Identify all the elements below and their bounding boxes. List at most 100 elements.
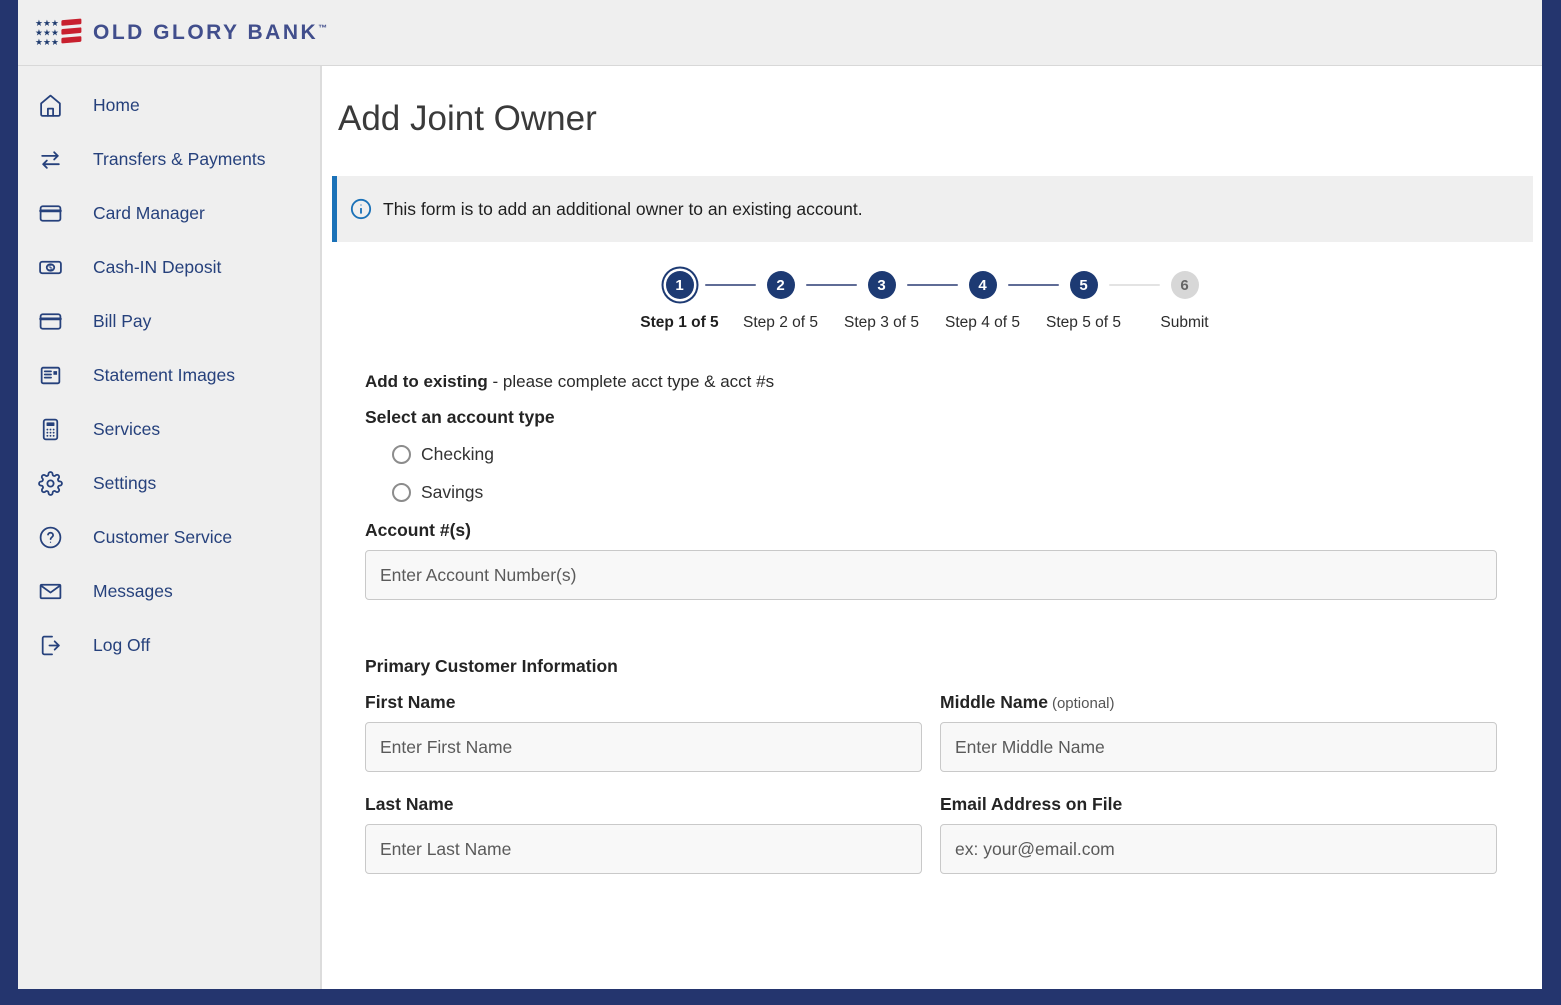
step-circle-5[interactable]: 5 <box>1070 271 1098 299</box>
home-icon <box>38 93 63 118</box>
calculator-icon <box>38 417 63 442</box>
first-name-field-group: First Name <box>365 692 922 772</box>
svg-text:★: ★ <box>35 18 43 28</box>
add-to-existing-instruction: Add to existing - please complete acct t… <box>365 372 1497 392</box>
savings-radio-label: Savings <box>421 482 483 503</box>
sidebar-item-label: Customer Service <box>93 527 232 548</box>
step-circle-2[interactable]: 2 <box>767 271 795 299</box>
savings-radio-button[interactable] <box>392 483 411 502</box>
add-joint-owner-form: Add to existing - please complete acct t… <box>365 372 1497 874</box>
sidebar-item-card-manager[interactable]: Card Manager <box>18 186 320 240</box>
step-connector <box>806 284 857 286</box>
info-banner-text: This form is to add an additional owner … <box>383 199 863 220</box>
step-connector <box>907 284 958 286</box>
page-title: Add Joint Owner <box>338 99 1542 139</box>
question-circle-icon <box>38 525 63 550</box>
svg-text:★: ★ <box>43 18 51 28</box>
sidebar-item-label: Home <box>93 95 140 116</box>
primary-customer-title: Primary Customer Information <box>365 656 1497 677</box>
last-name-label: Last Name <box>365 794 922 815</box>
sidebar-item-bill-pay[interactable]: Bill Pay <box>18 294 320 348</box>
step-label-3: Step 3 of 5 <box>831 314 932 332</box>
step-label-1: Step 1 of 5 <box>629 314 730 332</box>
last-name-field-group: Last Name <box>365 794 922 874</box>
step-label-4: Step 4 of 5 <box>932 314 1033 332</box>
top-header: ★★★ ★★★ ★★★ OLD GLORY BANK™ <box>18 0 1542 66</box>
add-to-existing-rest: - please complete acct type & acct #s <box>488 372 774 391</box>
radio-option-savings[interactable]: Savings <box>392 482 1497 503</box>
sidebar-item-label: Statement Images <box>93 365 235 386</box>
sidebar-item-settings[interactable]: Settings <box>18 456 320 510</box>
sidebar-item-messages[interactable]: Messages <box>18 564 320 618</box>
account-number-input[interactable] <box>365 550 1497 600</box>
step-circle-3[interactable]: 3 <box>868 271 896 299</box>
progress-stepper: 1 2 3 4 5 6 Step 1 of 5 Step 2 of 5 Step… <box>322 271 1542 332</box>
first-name-input[interactable] <box>365 722 922 772</box>
step-connector <box>705 284 756 286</box>
bank-logo[interactable]: ★★★ ★★★ ★★★ OLD GLORY BANK™ <box>35 16 327 50</box>
first-name-label: First Name <box>365 692 922 713</box>
primary-customer-section: Primary Customer Information First Name … <box>365 656 1497 874</box>
sidebar-item-label: Messages <box>93 581 173 602</box>
sidebar-item-label: Card Manager <box>93 203 205 224</box>
sidebar-item-label: Settings <box>93 473 156 494</box>
sidebar-item-label: Log Off <box>93 635 150 656</box>
log-out-icon <box>38 633 63 658</box>
step-connector <box>1109 284 1160 286</box>
email-field-group: Email Address on File <box>940 794 1497 874</box>
step-circle-4[interactable]: 4 <box>969 271 997 299</box>
optional-note: (optional) <box>1052 695 1115 712</box>
sidebar-item-cash-in-deposit[interactable]: $ Cash-IN Deposit <box>18 240 320 294</box>
main-content: Add Joint Owner This form is to add an a… <box>322 66 1542 989</box>
svg-text:★: ★ <box>35 38 43 48</box>
svg-text:★: ★ <box>51 38 59 48</box>
bank-name: OLD GLORY BANK™ <box>93 21 327 45</box>
svg-text:★: ★ <box>51 18 59 28</box>
last-name-input[interactable] <box>365 824 922 874</box>
info-banner: This form is to add an additional owner … <box>332 176 1533 242</box>
sidebar-item-label: Cash-IN Deposit <box>93 257 221 278</box>
info-icon <box>350 198 372 220</box>
step-circle-1[interactable]: 1 <box>666 271 694 299</box>
step-label-2: Step 2 of 5 <box>730 314 831 332</box>
add-to-existing-bold: Add to existing <box>365 372 488 391</box>
sidebar-nav: Home Transfers & Payments Card Manager $… <box>18 66 322 989</box>
step-label-submit: Submit <box>1134 314 1235 332</box>
transfer-arrows-icon <box>38 147 63 172</box>
sidebar-item-label: Transfers & Payments <box>93 149 265 170</box>
email-label: Email Address on File <box>940 794 1497 815</box>
envelope-icon <box>38 579 63 604</box>
sidebar-item-label: Services <box>93 419 160 440</box>
sidebar-item-transfers-payments[interactable]: Transfers & Payments <box>18 132 320 186</box>
gear-icon <box>38 471 63 496</box>
step-circle-6[interactable]: 6 <box>1171 271 1199 299</box>
svg-text:★: ★ <box>43 38 51 48</box>
sidebar-item-customer-service[interactable]: Customer Service <box>18 510 320 564</box>
svg-text:★: ★ <box>43 28 51 38</box>
radio-option-checking[interactable]: Checking <box>392 444 1497 465</box>
svg-text:★: ★ <box>51 28 59 38</box>
checking-radio-button[interactable] <box>392 445 411 464</box>
account-type-radio-group: Checking Savings <box>392 444 1497 503</box>
step-label-5: Step 5 of 5 <box>1033 314 1134 332</box>
account-type-label: Select an account type <box>365 407 1497 428</box>
credit-card-icon <box>38 309 63 334</box>
svg-text:★: ★ <box>35 28 43 38</box>
email-input[interactable] <box>940 824 1497 874</box>
credit-card-icon <box>38 201 63 226</box>
middle-name-input[interactable] <box>940 722 1497 772</box>
account-number-label: Account #(s) <box>365 520 1497 541</box>
banknote-icon: $ <box>38 255 63 280</box>
sidebar-item-home[interactable]: Home <box>18 78 320 132</box>
checking-radio-label: Checking <box>421 444 494 465</box>
sidebar-item-services[interactable]: Services <box>18 402 320 456</box>
account-number-block: Account #(s) <box>365 520 1497 600</box>
middle-name-field-group: Middle Name(optional) <box>940 692 1497 772</box>
newspaper-icon <box>38 363 63 388</box>
svg-text:$: $ <box>48 263 53 272</box>
sidebar-item-label: Bill Pay <box>93 311 151 332</box>
trademark-symbol: ™ <box>318 23 327 33</box>
app-window: ★★★ ★★★ ★★★ OLD GLORY BANK™ Home <box>18 0 1542 989</box>
sidebar-item-log-off[interactable]: Log Off <box>18 618 320 672</box>
sidebar-item-statement-images[interactable]: Statement Images <box>18 348 320 402</box>
